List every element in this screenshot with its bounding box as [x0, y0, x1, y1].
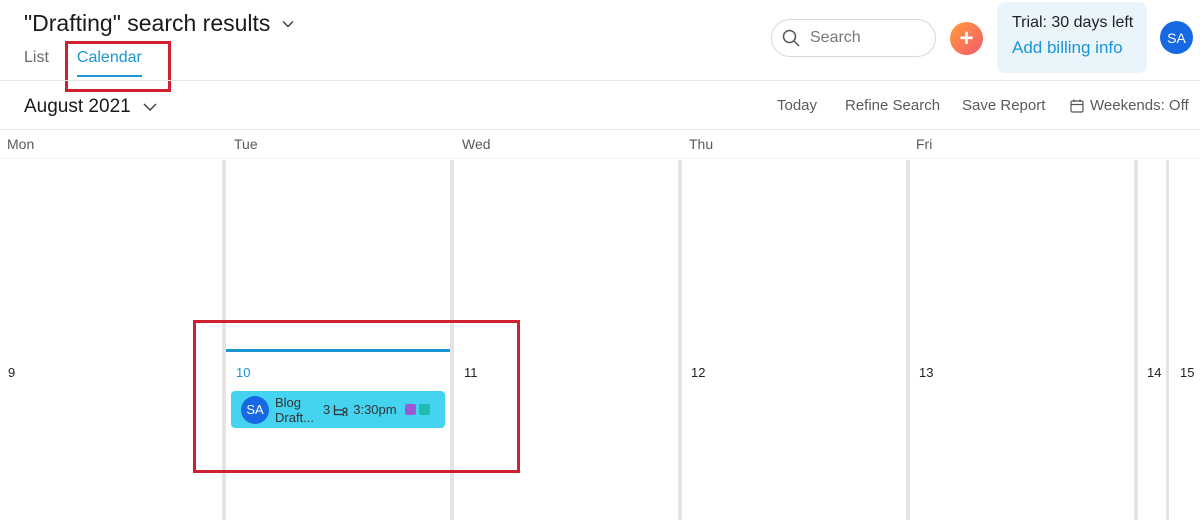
refine-search-button[interactable]: Refine Search — [845, 97, 940, 114]
date-12[interactable]: 12 — [691, 365, 705, 380]
highlight-box-calendar-tab — [65, 41, 171, 92]
column-separator — [1134, 160, 1138, 520]
plus-icon: + — [959, 24, 974, 52]
weekends-toggle[interactable]: Weekends: Off — [1070, 97, 1189, 114]
day-header-mon: Mon — [7, 136, 35, 152]
chevron-down-icon — [143, 103, 157, 112]
trial-banner: Trial: 30 days left Add billing info — [997, 2, 1147, 73]
weekends-label: Weekends: Off — [1090, 97, 1189, 114]
date-13[interactable]: 13 — [919, 365, 933, 380]
search-box[interactable] — [771, 19, 936, 57]
date-15[interactable]: 15 — [1180, 365, 1194, 380]
column-separator — [1166, 160, 1169, 520]
trial-status: Trial: 30 days left — [1012, 14, 1134, 31]
month-label: August 2021 — [24, 96, 131, 117]
search-input[interactable] — [810, 29, 920, 47]
page-title[interactable]: "Drafting" search results — [24, 10, 294, 37]
day-header-wed: Wed — [462, 136, 491, 152]
toolbar-divider — [0, 129, 1200, 130]
highlight-box-event — [193, 320, 520, 473]
today-button[interactable]: Today — [777, 97, 817, 114]
column-separator — [906, 160, 910, 520]
tab-list[interactable]: List — [24, 49, 49, 77]
page-title-text: "Drafting" search results — [24, 10, 271, 36]
chevron-down-icon[interactable] — [282, 18, 294, 30]
date-9[interactable]: 9 — [8, 365, 15, 380]
header-divider — [0, 80, 1200, 81]
save-report-button[interactable]: Save Report — [962, 97, 1045, 114]
month-picker[interactable]: August 2021 — [24, 96, 157, 118]
date-14[interactable]: 14 — [1147, 365, 1161, 380]
day-header-divider — [0, 158, 1200, 159]
add-button[interactable]: + — [950, 22, 983, 55]
calendar-icon — [1070, 99, 1084, 113]
day-header-tue: Tue — [234, 136, 258, 152]
add-billing-link[interactable]: Add billing info — [1012, 38, 1147, 58]
day-header-thu: Thu — [689, 136, 714, 152]
column-separator — [678, 160, 682, 520]
search-icon — [782, 29, 800, 47]
day-header-fri: Fri — [916, 136, 933, 152]
user-avatar[interactable]: SA — [1160, 21, 1193, 54]
